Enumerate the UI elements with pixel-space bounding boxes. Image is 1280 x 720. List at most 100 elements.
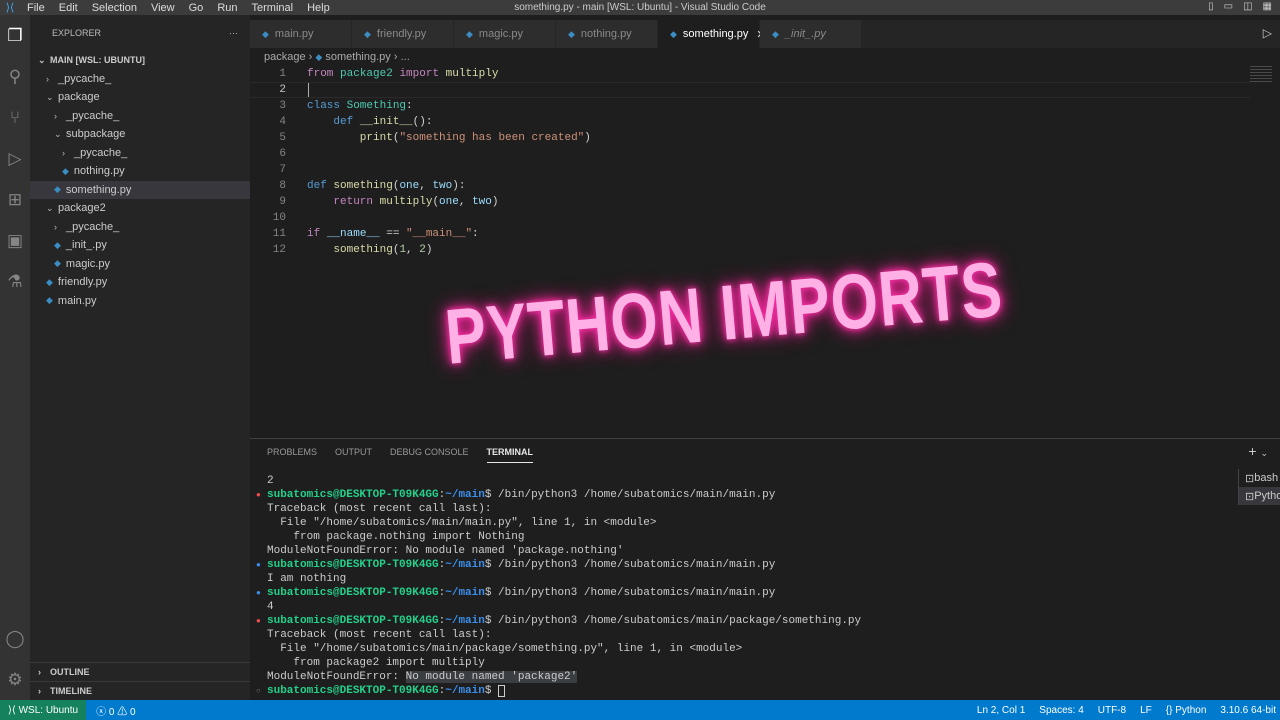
- code-token: ): [491, 196, 499, 208]
- run-debug-icon[interactable]: ▷: [0, 138, 30, 179]
- tab-friendlypy[interactable]: ◆ friendly.py: [352, 20, 454, 48]
- terminal-line: from package2 import multiply: [256, 656, 861, 670]
- menu-item-edit[interactable]: Edit: [59, 2, 78, 14]
- account-icon[interactable]: ◯: [0, 618, 30, 659]
- line-number: 5: [279, 132, 286, 144]
- explorer-icon[interactable]: ❐: [0, 15, 30, 56]
- breadcrumb-folder[interactable]: package: [264, 51, 306, 63]
- menu-item-help[interactable]: Help: [307, 2, 330, 14]
- toggle-panel-icon[interactable]: ▭: [1224, 1, 1233, 12]
- code-editor[interactable]: 1 from package2 import multiply 2 3 class So…: [250, 66, 1250, 258]
- folder-item[interactable]: › _pycache_: [30, 107, 250, 126]
- tree-item-label: package2: [58, 202, 106, 215]
- folder-item[interactable]: ⌄ package: [30, 88, 250, 107]
- tab-nothingpy[interactable]: ◆ nothing.py: [556, 20, 658, 48]
- encoding[interactable]: UTF-8: [1098, 705, 1126, 716]
- source-control-icon[interactable]: ⑂: [0, 97, 30, 138]
- editor-tabs: ◆ main.py ◆ friendly.py ◆ magic.py ◆ nothing.py…: [250, 20, 1280, 48]
- chevron-right-icon: ›: [62, 147, 65, 158]
- folder-item[interactable]: › _pycache_: [30, 144, 250, 163]
- selected-text: No module named 'package2': [405, 671, 578, 683]
- python-interpreter[interactable]: 3.10.6 64-bit: [1220, 705, 1276, 716]
- file-item[interactable]: ◆ main.py: [30, 292, 250, 311]
- output-text: Traceback (most recent call last):: [267, 629, 492, 641]
- python-file-icon: ◆: [670, 28, 677, 39]
- new-terminal-icon[interactable]: +: [1248, 443, 1256, 459]
- split-layout-icon[interactable]: ◫: [1243, 1, 1252, 12]
- python-file-icon: ◆: [262, 28, 269, 39]
- tab-initpy[interactable]: ◆ _init_.py: [760, 20, 862, 48]
- remote-indicator[interactable]: ⟩⟨ WSL: Ubuntu: [0, 700, 87, 720]
- panel-tab-terminal[interactable]: TERMINAL: [486, 447, 534, 463]
- chevron-right-icon: ›: [54, 221, 57, 232]
- output-text: Traceback (most recent call last):: [267, 503, 492, 515]
- more-actions-button[interactable]: ···: [229, 28, 238, 38]
- breadcrumb-file[interactable]: something.py: [325, 51, 390, 63]
- folder-item[interactable]: ⌄ package2: [30, 199, 250, 218]
- tab-somethingpy[interactable]: ◆something.py✕: [658, 20, 766, 48]
- code-token: print: [307, 132, 393, 144]
- problems-status[interactable]: ⓧ 0 ⚠ 0: [96, 703, 135, 718]
- file-item[interactable]: ◆ friendly.py: [30, 273, 250, 292]
- code-line: 12 something(1, 2): [250, 242, 1250, 258]
- prompt-colon: :: [438, 685, 446, 697]
- terminal-output[interactable]: 2 ● subatomics@DESKTOP-T09K4GG: ~/main $ /bi…: [256, 474, 861, 698]
- terminal-icon: ⊡: [1245, 490, 1255, 503]
- panel-tab-problems[interactable]: PROBLEMS: [267, 447, 317, 463]
- panel-tab-output[interactable]: OUTPUT: [335, 447, 372, 463]
- command-decoration-icon: ●: [256, 616, 261, 626]
- cursor-position[interactable]: Ln 2, Col 1: [977, 705, 1025, 716]
- file-item[interactable]: ◆ magic.py: [30, 255, 250, 274]
- prompt-colon: :: [438, 559, 446, 571]
- tree-item-label: nothing.py: [73, 165, 125, 178]
- error-count: 0: [108, 706, 115, 718]
- terminal-line: File "/home/subatomics/main/main.py", li…: [256, 516, 861, 530]
- run-python-file-icon[interactable]: ▷: [1263, 26, 1272, 40]
- code-token: package2: [340, 68, 400, 80]
- menu-item-run[interactable]: Run: [217, 2, 237, 14]
- file-item[interactable]: ◆ _init_.py: [30, 236, 250, 255]
- breadcrumb-symbols[interactable]: ...: [401, 51, 410, 63]
- code-token: :: [472, 228, 479, 240]
- folder-item[interactable]: ⌄ subpackage: [30, 125, 250, 144]
- panel-tab-debug-console[interactable]: DEBUG CONSOLE: [390, 447, 469, 463]
- terminal-instance-python[interactable]: ⊡ Python: [1239, 487, 1280, 505]
- line-number: 6: [279, 148, 286, 160]
- file-item[interactable]: ◆ something.py: [30, 180, 250, 199]
- command-text: $ /bin/python3 /home/subatomics/main/mai…: [484, 587, 776, 599]
- folder-item[interactable]: › _pycache_: [30, 70, 250, 89]
- menu-item-go[interactable]: Go: [189, 2, 204, 14]
- tab-magicpy[interactable]: ◆ magic.py: [454, 20, 556, 48]
- explorer-title: EXPLORER: [52, 28, 102, 38]
- workspace-root[interactable]: ⌄ MAIN [WSL: UBUNTU]: [30, 51, 250, 70]
- outline-section[interactable]: › OUTLINE: [30, 662, 250, 681]
- terminal-icon: ⊡: [1245, 472, 1255, 485]
- timeline-section[interactable]: › TIMELINE: [30, 681, 250, 700]
- language-mode[interactable]: {} Python: [1166, 705, 1207, 716]
- terminal-instance-bash[interactable]: ⊡ bash: [1239, 469, 1280, 487]
- code-token: "__main__": [406, 228, 473, 240]
- minimap[interactable]: [1250, 66, 1272, 84]
- settings-gear-icon[interactable]: ⚙: [0, 659, 30, 700]
- menu-item-file[interactable]: File: [27, 2, 45, 14]
- menu-item-selection[interactable]: Selection: [92, 2, 137, 14]
- tab-mainpy[interactable]: ◆ main.py: [250, 20, 352, 48]
- folder-item[interactable]: › _pycache_: [30, 218, 250, 237]
- file-item[interactable]: ◆ nothing.py: [30, 162, 250, 181]
- remote-explorer-icon[interactable]: ▣: [0, 220, 30, 261]
- terminal-line: from package.nothing import Nothing: [256, 530, 861, 544]
- search-icon[interactable]: ⚲: [0, 56, 30, 97]
- toggle-sidebar-icon[interactable]: ▯: [1208, 1, 1214, 12]
- command-text: $ /bin/python3 /home/subatomics/main/mai…: [484, 559, 776, 571]
- testing-icon[interactable]: ⚗: [0, 261, 30, 302]
- extensions-icon[interactable]: ⊞: [0, 179, 30, 220]
- customize-layout-icon[interactable]: ▦: [1263, 1, 1272, 12]
- menu-item-terminal[interactable]: Terminal: [252, 2, 294, 14]
- terminal-name: Python: [1254, 490, 1280, 502]
- chevron-down-icon[interactable]: ⌄: [1260, 448, 1268, 458]
- end-of-line[interactable]: LF: [1140, 705, 1152, 716]
- indentation[interactable]: Spaces: 4: [1039, 705, 1083, 716]
- command-text: $ /bin/python3 /home/subatomics/main/pac…: [484, 615, 862, 627]
- menu-item-view[interactable]: View: [151, 2, 175, 14]
- terminal-line: ● subatomics@DESKTOP-T09K4GG: ~/main $ /bin…: [256, 586, 861, 600]
